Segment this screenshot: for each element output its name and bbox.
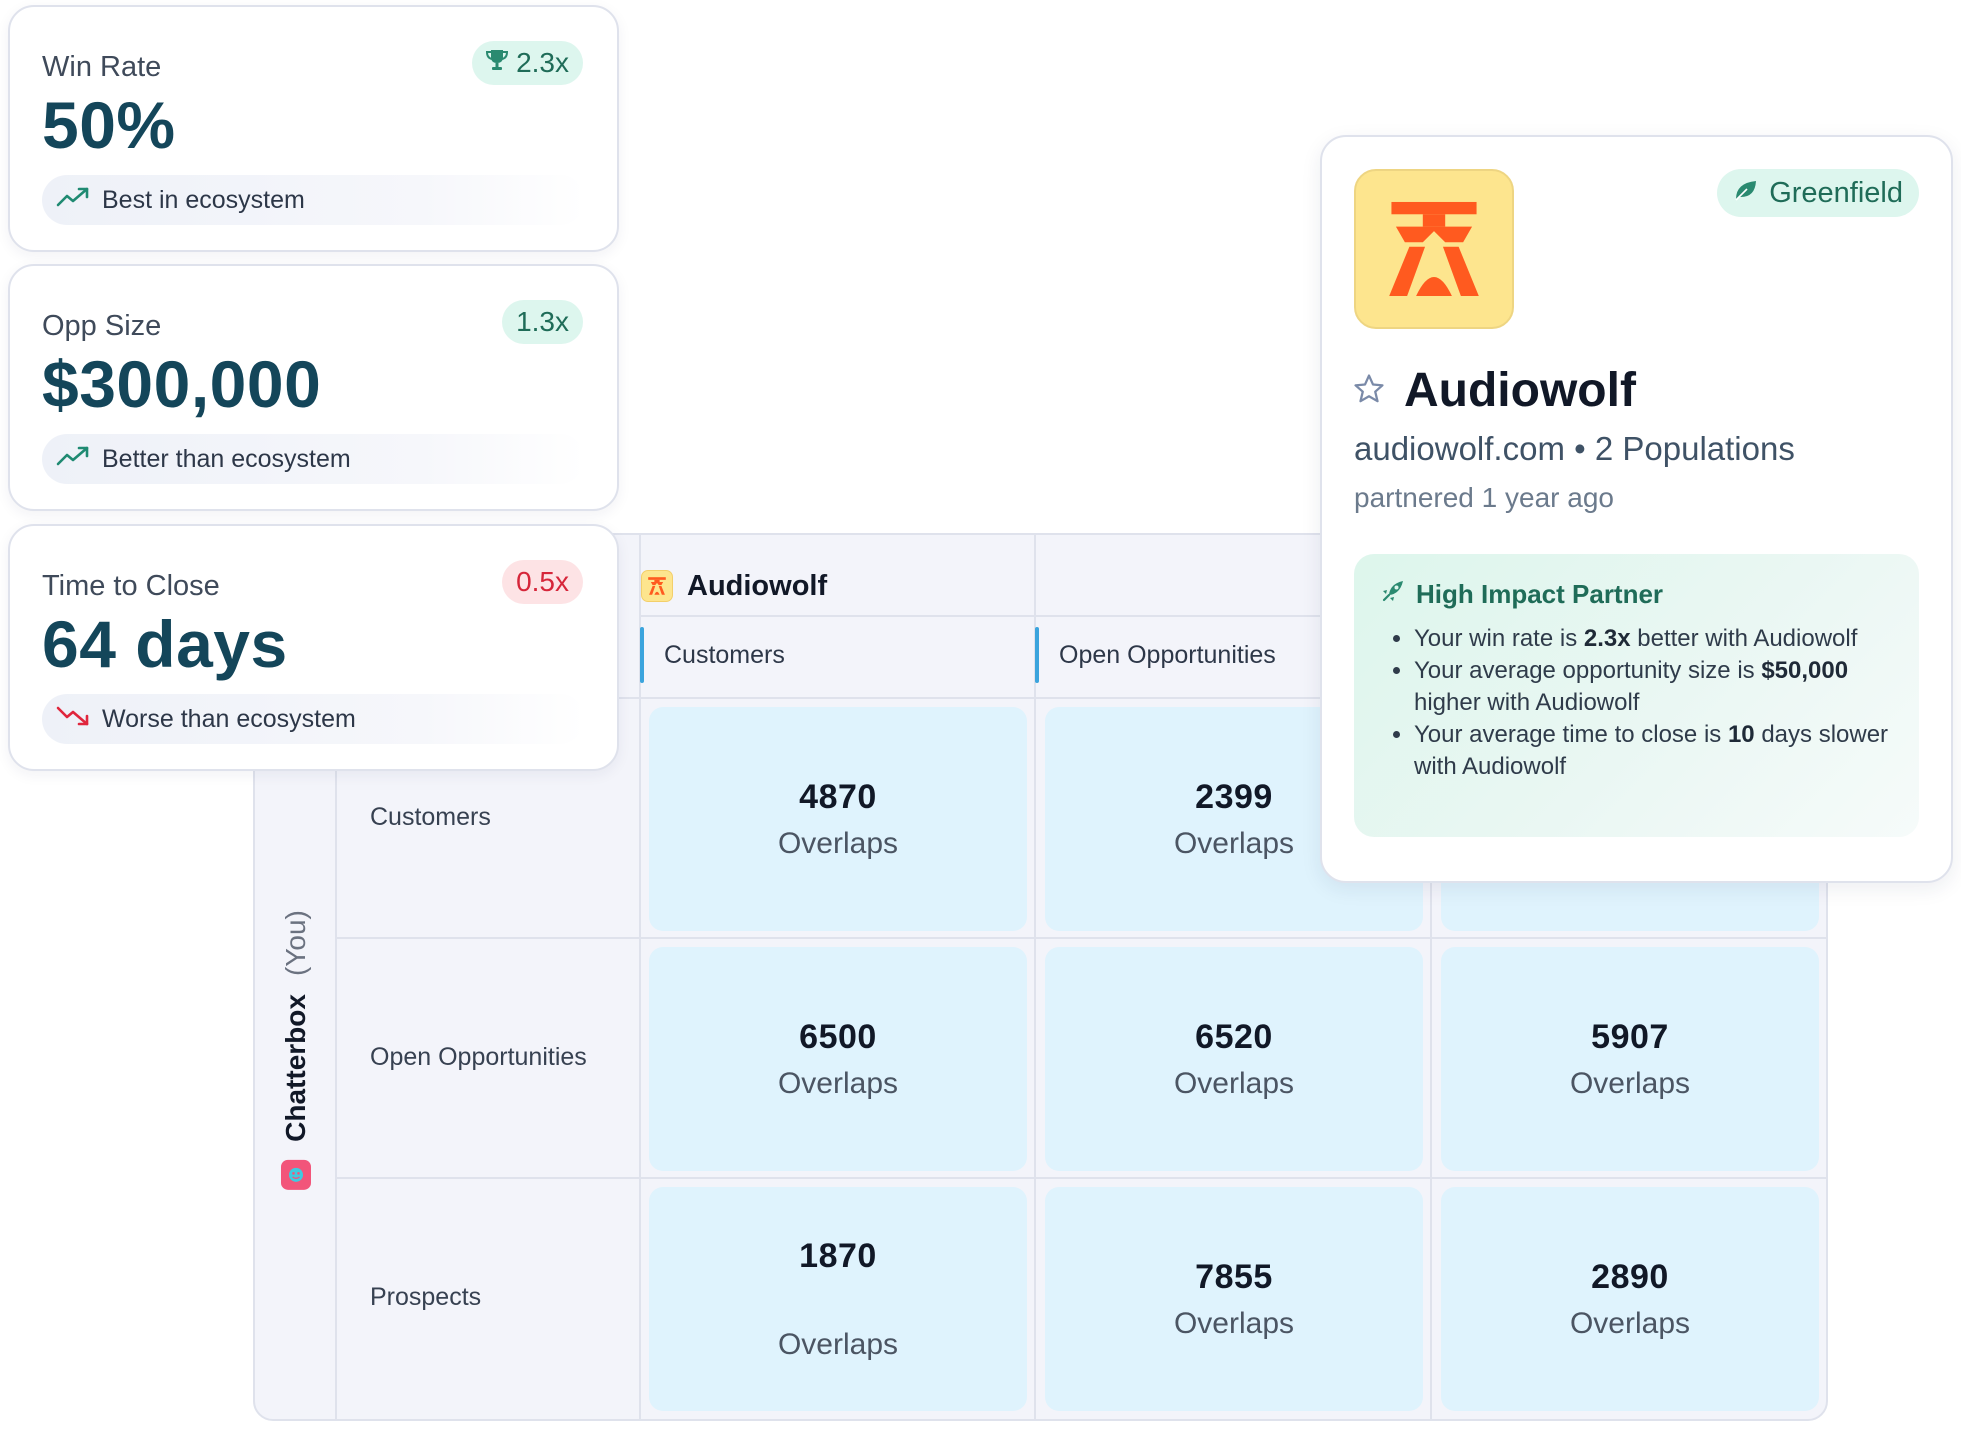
matrix-partner-name: Audiowolf <box>687 569 828 602</box>
divider <box>335 1177 1826 1179</box>
rocket-icon <box>1380 578 1406 611</box>
multiplier-value: 1.3x <box>516 306 569 337</box>
overlap-count: 1870 <box>799 1236 877 1275</box>
partnered-since: partnered 1 year ago <box>1354 482 1614 513</box>
high-impact-header: High Impact Partner <box>1380 578 1893 611</box>
metric-footer: Best in ecosystem <box>42 175 585 225</box>
metric-footer-text: Better than ecosystem <box>102 444 351 473</box>
overlap-cell[interactable]: 7855 Overlaps <box>1045 1187 1423 1411</box>
separator-dot: • <box>1574 430 1586 467</box>
overlap-cell[interactable]: 6520 Overlaps <box>1045 947 1423 1171</box>
overlap-cell[interactable]: 5907 Overlaps <box>1441 947 1819 1171</box>
audiowolf-logo-icon <box>1354 169 1514 329</box>
matrix-partner-header: Audiowolf <box>641 565 827 607</box>
greenfield-label: Greenfield <box>1769 176 1903 209</box>
metric-footer: Worse than ecosystem <box>42 694 585 744</box>
overlap-count: 7855 <box>1195 1257 1273 1296</box>
impact-item: Your average time to close is 10 days sl… <box>1414 719 1893 783</box>
greenfield-badge: Greenfield <box>1717 169 1919 217</box>
divider <box>335 937 1826 939</box>
overlap-cell[interactable]: 2890 Overlaps <box>1441 1187 1819 1411</box>
metric-value: 64 days <box>42 607 288 681</box>
you-company-name: Chatterbox <box>280 994 311 1142</box>
trend-up-icon <box>56 445 90 474</box>
multiplier-badge: 1.3x <box>502 300 583 344</box>
overlap-label: Overlaps <box>1173 1066 1295 1100</box>
metric-title: Win Rate <box>42 51 162 83</box>
metric-footer-text: Worse than ecosystem <box>102 704 356 733</box>
overlap-count: 5907 <box>1591 1017 1669 1056</box>
metric-footer: Better than ecosystem <box>42 434 585 484</box>
impact-item: Your average opportunity size is $50,000… <box>1414 655 1893 719</box>
metric-footer-text: Best in ecosystem <box>102 185 305 214</box>
overlap-count: 4870 <box>799 777 877 816</box>
audiowolf-logo-icon <box>641 570 673 602</box>
partner-subtitle: audiowolf.com • 2 Populations <box>1354 430 1795 468</box>
row-header-open-opportunities[interactable]: Open Opportunities <box>370 1043 587 1072</box>
high-impact-panel: High Impact Partner Your win rate is 2.3… <box>1354 554 1919 837</box>
multiplier-badge: 2.3x <box>472 41 583 85</box>
star-icon[interactable] <box>1352 363 1386 418</box>
column-header-label: Customers <box>664 640 785 669</box>
partner-title: Audiowolf <box>1352 363 1636 418</box>
time-to-close-card: Time to Close 64 days 0.5x Worse than ec… <box>8 524 619 771</box>
metric-value: $300,000 <box>42 347 322 421</box>
row-header-customers[interactable]: Customers <box>370 803 491 832</box>
win-rate-card: Win Rate 50% 2.3x Best in ecosystem <box>8 5 619 252</box>
column-header-label: Open Opportunities <box>1059 640 1276 669</box>
overlap-count: 2890 <box>1591 1257 1669 1296</box>
overlap-cell[interactable]: 4870 Overlaps <box>649 707 1027 931</box>
metric-title: Opp Size <box>42 310 162 342</box>
impact-item: Your win rate is 2.3x better with Audiow… <box>1414 623 1893 655</box>
column-header-open-opportunities[interactable]: Open Opportunities <box>1035 621 1276 689</box>
overlap-cell[interactable]: 1870 Overlaps <box>649 1187 1027 1411</box>
overlap-label: Overlaps <box>777 1327 899 1361</box>
overlap-label: Overlaps <box>777 826 899 860</box>
you-side-label: Chatterbox (You) <box>261 685 331 1415</box>
partner-card: Greenfield Audiowolf audiowolf.com • 2 P… <box>1320 135 1953 883</box>
multiplier-value: 2.3x <box>516 47 569 78</box>
overlap-count: 6500 <box>799 1017 877 1056</box>
overlap-count: 2399 <box>1195 777 1273 816</box>
trend-up-icon <box>56 186 90 215</box>
trend-down-icon <box>56 705 90 734</box>
overlap-label: Overlaps <box>777 1066 899 1100</box>
overlap-label: Overlaps <box>1569 1306 1691 1340</box>
impact-list: Your win rate is 2.3x better with Audiow… <box>1380 623 1893 783</box>
multiplier-value: 0.5x <box>516 566 569 597</box>
multiplier-badge: 0.5x <box>502 560 583 604</box>
column-header-customers[interactable]: Customers <box>640 621 785 689</box>
partner-name: Audiowolf <box>1404 364 1636 417</box>
trophy-icon <box>486 47 509 79</box>
row-header-prospects[interactable]: Prospects <box>370 1283 481 1312</box>
opp-size-card: Opp Size $300,000 1.3x Better than ecosy… <box>8 264 619 511</box>
chatterbox-logo-icon <box>281 1159 311 1190</box>
overlap-count: 6520 <box>1195 1017 1273 1056</box>
overlap-label: Overlaps <box>1173 826 1295 860</box>
overlap-label: Overlaps <box>1173 1306 1295 1340</box>
metric-title: Time to Close <box>42 570 220 602</box>
overlap-label: Overlaps <box>1569 1066 1691 1100</box>
high-impact-title: High Impact Partner <box>1416 579 1664 609</box>
overlap-cell[interactable]: 6500 Overlaps <box>649 947 1027 1171</box>
you-suffix: (You) <box>280 910 311 977</box>
metric-value: 50% <box>42 88 176 162</box>
partner-populations[interactable]: 2 Populations <box>1595 430 1795 467</box>
partner-domain-link[interactable]: audiowolf.com <box>1354 430 1565 467</box>
leaf-icon <box>1733 177 1759 210</box>
